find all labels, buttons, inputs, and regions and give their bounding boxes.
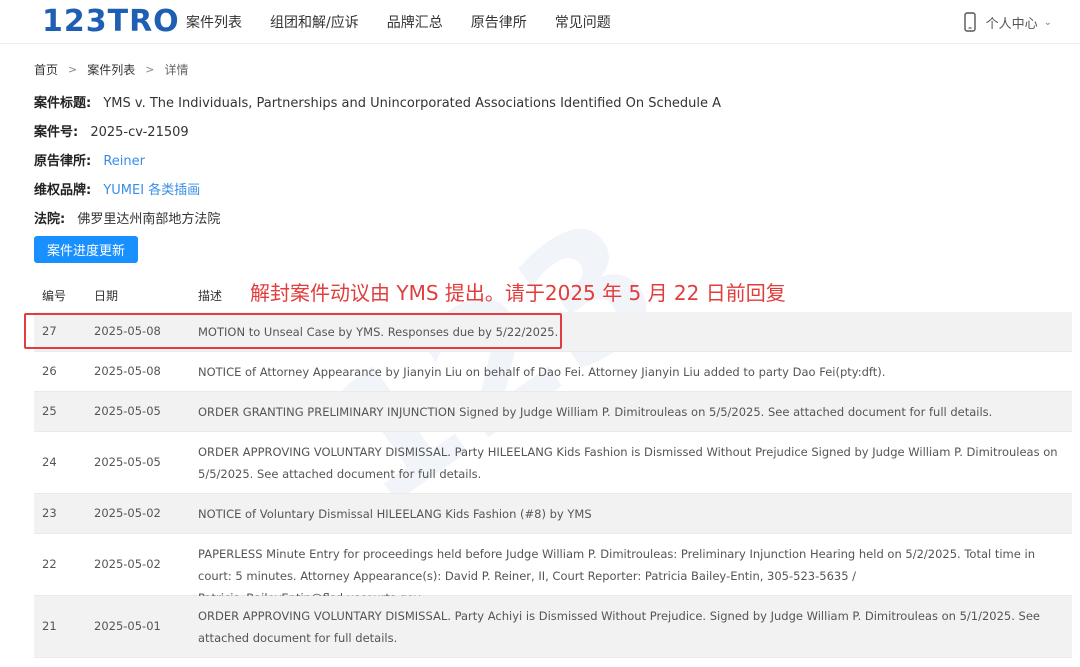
plaintiff-firm-label: 原告律所: <box>34 154 92 169</box>
breadcrumb: 首页 > 案件列表 > 详情 <box>34 61 188 78</box>
row-date: 2025-05-01 <box>94 619 161 633</box>
case-number-label: 案件号: <box>34 125 79 140</box>
row-description: ORDER APPROVING VOLUNTARY DISMISSAL. Par… <box>198 445 1058 481</box>
row-date: 2025-05-05 <box>94 455 161 469</box>
row-number: 22 <box>42 557 57 571</box>
case-title-value: YMS v. The Individuals, Partnerships and… <box>103 96 722 111</box>
row-number: 27 <box>42 324 57 338</box>
brand-link[interactable]: YUMEI 各类插画 <box>103 183 200 198</box>
main-nav: 案件列表 组团和解/应诉 品牌汇总 原告律所 常见问题 <box>186 0 639 44</box>
chevron-down-icon: ⌄ <box>1043 16 1052 28</box>
nav-faq[interactable]: 常见问题 <box>555 12 611 32</box>
breadcrumb-home[interactable]: 首页 <box>34 61 58 78</box>
case-number-row: 案件号: 2025-cv-21509 <box>34 121 189 140</box>
case-number-value: 2025-cv-21509 <box>90 125 189 140</box>
case-title-row: 案件标题: YMS v. The Individuals, Partnershi… <box>34 92 721 111</box>
row-number: 21 <box>42 619 57 633</box>
row-date: 2025-05-02 <box>94 506 161 520</box>
column-header-description: 描述 <box>198 289 223 303</box>
row-description: MOTION to Unseal Case by YMS. Responses … <box>198 325 559 339</box>
plaintiff-firm-row: 原告律所: Reiner <box>34 150 145 169</box>
table-row: 24 2025-05-05 ORDER APPROVING VOLUNTARY … <box>34 432 1072 494</box>
table-row: 23 2025-05-02 NOTICE of Voluntary Dismis… <box>34 494 1072 534</box>
table-row: 27 2025-05-08 MOTION to Unseal Case by Y… <box>34 312 1072 352</box>
plaintiff-firm-link[interactable]: Reiner <box>103 154 145 169</box>
column-header-number: 编号 <box>42 289 67 303</box>
row-description: ORDER GRANTING PRELIMINARY INJUNCTION Si… <box>198 405 993 419</box>
breadcrumb-separator: > <box>145 63 155 76</box>
table-row: 22 2025-05-02 PAPERLESS Minute Entry for… <box>34 534 1072 605</box>
row-description: NOTICE of Attorney Appearance by Jianyin… <box>198 365 886 379</box>
row-number: 23 <box>42 506 57 520</box>
table-row: 25 2025-05-05 ORDER GRANTING PRELIMINARY… <box>34 392 1072 432</box>
breadcrumb-separator: > <box>68 63 78 76</box>
table-row: 21 2025-05-01 ORDER APPROVING VOLUNTARY … <box>34 596 1072 658</box>
row-number: 24 <box>42 455 57 469</box>
row-date: 2025-05-02 <box>94 557 161 571</box>
court-value: 佛罗里达州南部地方法院 <box>77 212 221 227</box>
row-description: NOTICE of Voluntary Dismissal HILEELANG … <box>198 507 592 521</box>
case-progress-update-button[interactable]: 案件进度更新 <box>34 236 139 263</box>
case-title-label: 案件标题: <box>34 96 92 111</box>
translation-annotation: 解封案件动议由 YMS 提出。请于2025 年 5 月 22 日前回复 <box>250 281 786 305</box>
top-header: 123TRO 案件列表 组团和解/应诉 品牌汇总 原告律所 常见问题 个人中心 … <box>0 0 1080 44</box>
row-date: 2025-05-08 <box>94 364 161 378</box>
column-header-date: 日期 <box>94 289 119 303</box>
breadcrumb-current: 详情 <box>164 63 189 77</box>
row-number: 26 <box>42 364 57 378</box>
logo[interactable]: 123TRO <box>42 3 180 39</box>
nav-brands[interactable]: 品牌汇总 <box>387 12 443 32</box>
nav-case-list[interactable]: 案件列表 <box>186 12 242 32</box>
brand-row: 维权品牌: YUMEI 各类插画 <box>34 179 200 198</box>
court-row: 法院: 佛罗里达州南部地方法院 <box>34 208 220 227</box>
court-label: 法院: <box>34 212 66 227</box>
phone-icon <box>963 12 976 32</box>
user-center-menu[interactable]: 个人中心 ⌄ <box>962 12 1052 32</box>
breadcrumb-case-list[interactable]: 案件列表 <box>87 61 135 78</box>
logo-text: 123TRO <box>42 3 180 39</box>
row-description: ORDER APPROVING VOLUNTARY DISMISSAL. Par… <box>198 609 1040 645</box>
brand-label: 维权品牌: <box>34 183 92 198</box>
table-row: 26 2025-05-08 NOTICE of Attorney Appeara… <box>34 352 1072 392</box>
nav-group-settlement[interactable]: 组团和解/应诉 <box>270 12 359 32</box>
nav-plaintiff-firms[interactable]: 原告律所 <box>471 12 527 32</box>
row-date: 2025-05-05 <box>94 404 161 418</box>
row-number: 25 <box>42 404 57 418</box>
row-date: 2025-05-08 <box>94 324 161 338</box>
user-center-label: 个人中心 <box>985 16 1038 32</box>
